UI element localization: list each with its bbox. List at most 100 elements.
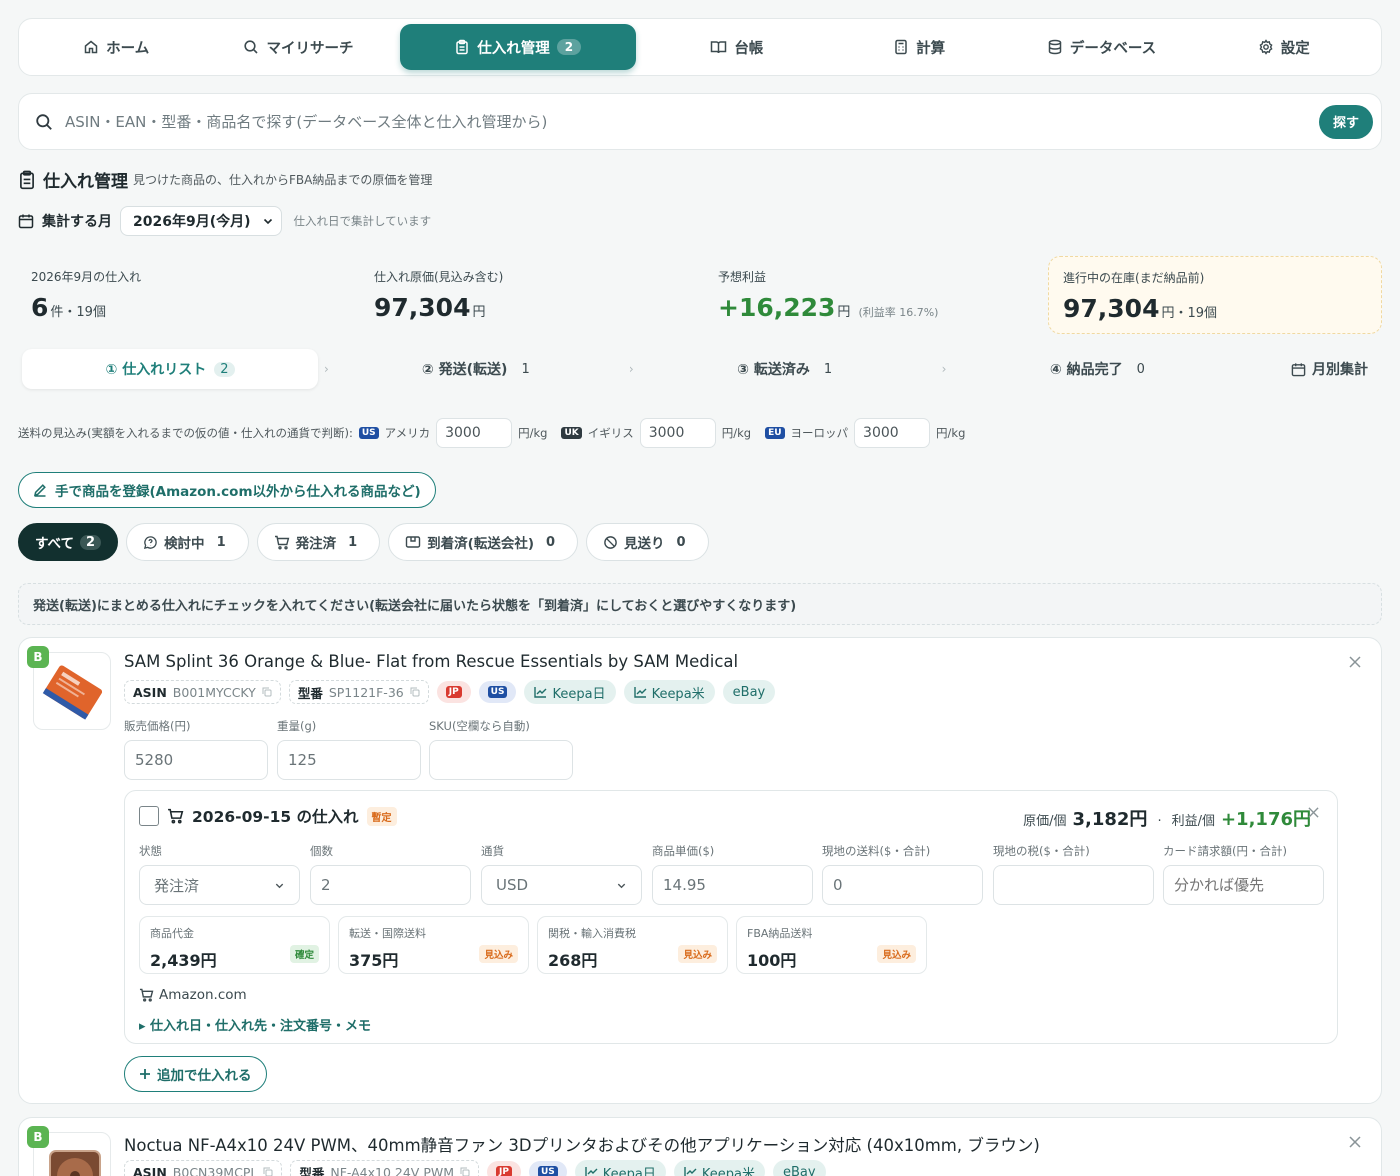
weight-label: 重量(g) xyxy=(277,719,317,733)
card-amount-field: カード請求額(円・合計) xyxy=(1163,843,1324,905)
stat-cost: 仕入れ原価(見込み含む) 97,304 円 xyxy=(374,256,694,334)
nav-my-research[interactable]: マイリサーチ xyxy=(207,24,389,70)
cost-per-unit: 3,182円 xyxy=(1072,809,1148,830)
sku-input[interactable] xyxy=(429,740,573,780)
step-delivered[interactable]: ④ 納品完了 0 xyxy=(946,349,1254,389)
keepa-jp-link[interactable]: Keepa日 xyxy=(524,680,616,704)
product-title[interactable]: Noctua NF-A4x10 24V PWM、40mm静音ファン 3Dプリンタ… xyxy=(124,1132,1040,1156)
asin-label: ASIN xyxy=(133,1164,167,1176)
nav-purchase-badge: 2 xyxy=(556,39,582,55)
nav-settings[interactable]: 設定 xyxy=(1193,24,1375,70)
uk-rate-input[interactable] xyxy=(639,418,716,448)
calendar-icon xyxy=(18,213,34,229)
nav-database[interactable]: データベース xyxy=(1010,24,1192,70)
asin-tag[interactable]: ASIN B0CN39MCPL xyxy=(124,1160,283,1176)
model-tag[interactable]: 型番 SP1121F-36 xyxy=(288,680,429,704)
filter-skip[interactable]: 見送り 0 xyxy=(586,523,709,561)
nav-home[interactable]: ホーム xyxy=(25,24,207,70)
local-tax-input[interactable] xyxy=(993,865,1154,905)
model-value: NF-A4x10 24V PWM xyxy=(330,1164,455,1176)
currency-select[interactable]: USD xyxy=(481,865,642,905)
nav-purchase[interactable]: 仕入れ管理 2 xyxy=(399,24,636,70)
filter-arrived[interactable]: 到着済(転送会社) 0 xyxy=(388,523,579,561)
cost-item-label: 商品代金 xyxy=(150,927,194,940)
price-input[interactable] xyxy=(124,740,268,780)
eu-rate-input[interactable] xyxy=(854,418,931,448)
cost-forwarding: 転送・国際送料 375円 見込み xyxy=(338,916,529,974)
nav-calc[interactable]: 計算 xyxy=(828,24,1010,70)
close-icon[interactable] xyxy=(1349,1136,1361,1148)
keepa-jp-link[interactable]: Keepa日 xyxy=(574,1160,666,1176)
ban-icon xyxy=(603,535,618,550)
currency-value: USD xyxy=(496,876,529,894)
product-title[interactable]: SAM Splint 36 Orange & Blue- Flat from R… xyxy=(124,652,738,671)
weight-input[interactable] xyxy=(277,740,421,780)
filter-all[interactable]: すべて 2 xyxy=(18,523,119,561)
chevron-down-icon xyxy=(274,880,285,891)
filter-review-count: 1 xyxy=(216,534,226,550)
us-flag: US xyxy=(487,686,508,698)
ebay-link[interactable]: eBay xyxy=(772,1160,826,1176)
manual-register-button[interactable]: 手で商品を登録(Amazon.com以外から仕入れる商品など) xyxy=(18,472,436,508)
close-icon[interactable] xyxy=(1349,656,1361,668)
product-card: B SAM Splint 36 Orange & Blue- Flat from… xyxy=(18,637,1382,1104)
model-label: 型番 xyxy=(297,685,323,701)
keepa-us-link[interactable]: Keepa米 xyxy=(673,1160,765,1176)
asin-tag[interactable]: ASIN B001MYCCKY xyxy=(124,680,281,704)
stat-profit-rate: (利益率 16.7%) xyxy=(858,306,939,319)
model-tag[interactable]: 型番 NF-A4x10 24V PWM xyxy=(290,1160,480,1176)
nav-home-label: ホーム xyxy=(106,40,150,57)
keepa-us-link[interactable]: Keepa米 xyxy=(623,680,715,704)
search-input[interactable] xyxy=(65,112,1319,131)
monthly-summary-link[interactable]: 月別集計 xyxy=(1291,349,1368,389)
qty-label: 個数 xyxy=(310,844,333,858)
cost-item: 商品代金 2,439円 確定 xyxy=(139,916,330,974)
nav-ledger[interactable]: 台帳 xyxy=(646,24,828,70)
plus-icon xyxy=(139,1068,151,1080)
cost-fba-badge: 見込み xyxy=(877,945,916,963)
unit-price-input[interactable] xyxy=(652,865,813,905)
step-2-count: 1 xyxy=(521,361,530,377)
us-marketplace-link[interactable]: US xyxy=(478,681,517,703)
month-select[interactable]: 2026年9月(今月) xyxy=(120,206,282,236)
status-label: 状態 xyxy=(139,844,162,858)
us-flag-badge: US xyxy=(358,427,379,439)
month-note: 仕入れ日で集計しています xyxy=(293,214,432,228)
weight-field: 重量(g) xyxy=(277,718,421,780)
unit-price-label: 商品単価($) xyxy=(652,844,715,858)
cost-duty-badge: 見込み xyxy=(678,945,717,963)
step-forwarded[interactable]: ③ 転送済み 1 xyxy=(634,349,942,389)
chart-icon xyxy=(633,686,647,698)
step-4-count: 0 xyxy=(1136,361,1145,377)
step-purchase-list[interactable]: ① 仕入れリスト 2 xyxy=(22,349,318,389)
cost-forwarding-badge: 見込み xyxy=(479,945,518,963)
step-shipping[interactable]: ② 発送(転送) 1 xyxy=(329,349,629,389)
search-button[interactable]: 探す xyxy=(1318,104,1373,139)
purchase-checkbox[interactable] xyxy=(139,806,159,826)
filter-skip-label: 見送り xyxy=(624,536,665,552)
us-flag: US xyxy=(537,1166,558,1176)
add-purchase-button[interactable]: 追加で仕入れる xyxy=(124,1056,267,1092)
us-marketplace-link[interactable]: US xyxy=(528,1161,567,1176)
purchase-details-toggle[interactable]: ▸ 仕入れ日・仕入れ先・注文番号・メモ xyxy=(139,1015,371,1034)
keepa-us-label: Keepa米 xyxy=(651,686,705,702)
filter-skip-count: 0 xyxy=(676,534,686,550)
ebay-link[interactable]: eBay xyxy=(722,680,776,704)
chart-icon xyxy=(534,686,547,698)
close-icon[interactable] xyxy=(1308,807,1319,818)
nav-purchase-label: 仕入れ管理 xyxy=(477,40,550,57)
search-icon xyxy=(243,39,259,55)
status-select[interactable]: 発注済 xyxy=(139,865,300,905)
local-ship-input[interactable] xyxy=(822,865,983,905)
filter-ordered[interactable]: 発注済 1 xyxy=(256,523,381,561)
jp-marketplace-link[interactable]: JP xyxy=(436,681,471,703)
cost-fba: FBA納品送料 100円 見込み xyxy=(736,916,927,974)
qty-input[interactable] xyxy=(310,865,471,905)
jp-marketplace-link[interactable]: JP xyxy=(487,1161,521,1176)
filter-ordered-label: 発注済 xyxy=(295,536,337,552)
card-amount-input[interactable] xyxy=(1163,865,1324,905)
us-rate-input[interactable] xyxy=(436,418,513,448)
filter-review[interactable]: 検討中 1 xyxy=(126,523,249,561)
jp-flag: JP xyxy=(496,1166,512,1176)
product-card: B Noctua NF-A4x10 24V PWM、40mm静音ファン 3Dプリ… xyxy=(18,1117,1382,1176)
